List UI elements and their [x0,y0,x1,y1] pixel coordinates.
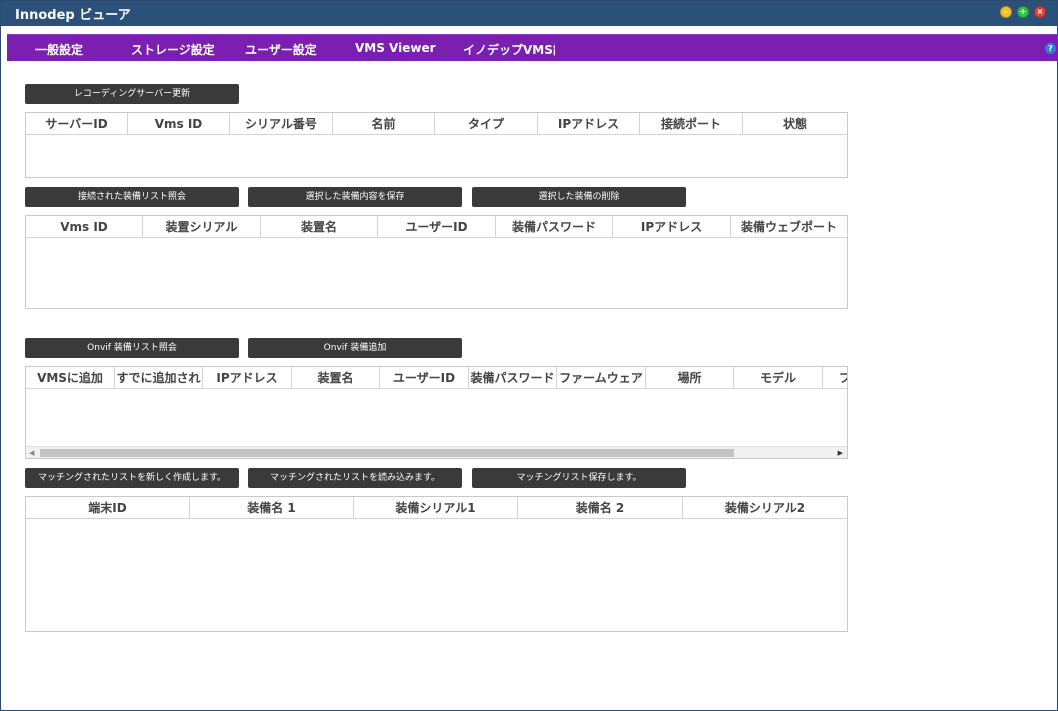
app-window: Innodep ビューア – + × 一般設定 ストレージ設定 ユーザー設定 V… [0,0,1058,711]
menu-user-settings[interactable]: ユーザー設定 [245,41,317,58]
column-header[interactable]: IPアドレス [203,367,292,389]
column-header[interactable]: 装置名 [292,367,380,389]
onvif-table-header: VMSに追加 すでに追加され IPアドレス 装置名 ユーザーID 装備パスワード… [26,367,847,389]
scrollbar-thumb[interactable] [40,449,734,457]
column-header[interactable]: 装置シリアル [143,216,261,238]
horizontal-scrollbar[interactable]: ◀ ▶ [26,446,847,458]
server-table-header: サーバーID Vms ID シリアル番号 名前 タイプ IPアドレス 接続ポート… [26,113,847,135]
server-table: サーバーID Vms ID シリアル番号 名前 タイプ IPアドレス 接続ポート… [25,112,848,178]
column-header[interactable]: Vms ID [26,216,143,238]
query-connected-devices-button[interactable]: 接続された装備リスト照会 [25,187,239,207]
column-header[interactable]: ユーザーID [380,367,469,389]
column-header[interactable]: 装備名 2 [518,497,683,519]
create-matching-list-button[interactable]: マッチングされたリストを新しく作成します。 [25,468,239,488]
menu-general-settings[interactable]: 一般設定 [35,41,83,58]
column-header[interactable]: 装備ウェブポート [731,216,847,238]
column-header[interactable]: IPアドレス [538,113,640,135]
save-selected-devices-button[interactable]: 選択した装備内容を保存 [248,187,462,207]
column-header[interactable]: ユーザーID [378,216,496,238]
column-header[interactable]: 装備名 1 [190,497,354,519]
scroll-left-icon[interactable]: ◀ [29,449,34,457]
query-onvif-devices-button[interactable]: Onvif 装備リスト照会 [25,338,239,358]
column-header[interactable]: モデル [734,367,823,389]
device-table: Vms ID 装置シリアル 装置名 ユーザーID 装備パスワード IPアドレス … [25,215,848,309]
maximize-icon[interactable]: + [1017,6,1029,18]
column-header[interactable]: ファームウェア [557,367,646,389]
scroll-right-icon[interactable]: ▶ [838,449,843,457]
column-header[interactable]: 装備シリアル1 [354,497,518,519]
column-header[interactable]: IPアドレス [613,216,731,238]
column-header[interactable]: 場所 [646,367,734,389]
matching-table: 端末ID 装備名 1 装備シリアル1 装備名 2 装備シリアル2 [25,496,848,632]
column-header[interactable]: Vms ID [128,113,230,135]
column-header[interactable]: 装備シリアル2 [683,497,847,519]
column-header[interactable]: すでに追加され [115,367,203,389]
help-icon[interactable]: ? [1045,43,1056,54]
minimize-icon[interactable]: – [1000,6,1012,18]
onvif-table: VMSに追加 すでに追加され IPアドレス 装置名 ユーザーID 装備パスワード… [25,366,848,459]
menu-storage-settings[interactable]: ストレージ設定 [131,41,215,58]
window-title: Innodep ビューア [15,8,131,23]
column-header[interactable]: 装備パスワード [496,216,613,238]
save-matching-list-button[interactable]: マッチングリスト保存します。 [472,468,686,488]
column-header[interactable]: 装備パスワード [469,367,557,389]
column-header[interactable]: 装置名 [261,216,378,238]
menu-innodep-vms-settings[interactable]: イノデップVMS設 [463,41,555,58]
refresh-recording-servers-button[interactable]: レコーディングサーバー更新 [25,84,239,104]
matching-table-header: 端末ID 装備名 1 装備シリアル1 装備名 2 装備シリアル2 [26,497,847,519]
title-bar[interactable]: Innodep ビューア – + × [1,1,1057,26]
column-header[interactable]: タイプ [435,113,538,135]
device-table-header: Vms ID 装置シリアル 装置名 ユーザーID 装備パスワード IPアドレス … [26,216,847,238]
column-header[interactable]: 名前 [333,113,435,135]
column-header[interactable]: 接続ポート [640,113,743,135]
add-onvif-device-button[interactable]: Onvif 装備追加 [248,338,462,358]
column-header[interactable]: サーバーID [26,113,128,135]
column-header[interactable]: 状態 [743,113,847,135]
menu-bar: 一般設定 ストレージ設定 ユーザー設定 VMS Viewer イノデップVMS設… [7,34,1058,61]
column-header[interactable]: 端末ID [26,497,190,519]
menu-vms-viewer[interactable]: VMS Viewer [355,41,436,55]
delete-selected-devices-button[interactable]: 選択した装備の削除 [472,187,686,207]
column-header[interactable]: VMSに追加 [26,367,115,389]
column-header[interactable]: シリアル番号 [230,113,333,135]
column-header[interactable]: プ [823,367,847,389]
load-matching-list-button[interactable]: マッチングされたリストを読み込みます。 [248,468,462,488]
close-icon[interactable]: × [1034,6,1046,18]
